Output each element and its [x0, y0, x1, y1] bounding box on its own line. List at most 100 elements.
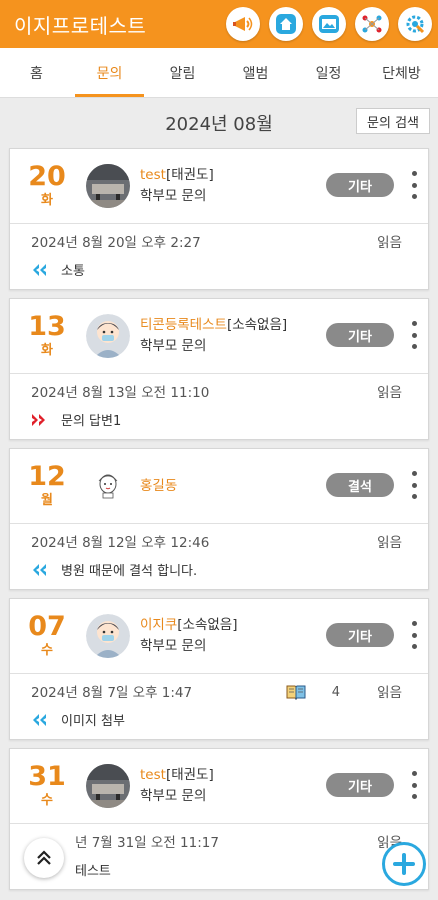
sender-org: [태권도] [165, 167, 214, 183]
inquiry-card[interactable]: 20 화 test[태권도] 학부모 문의 기타 2024년 8월 20일 오후… [9, 148, 429, 290]
plus-icon [393, 853, 415, 875]
month-label[interactable]: 2024년 08월 [165, 110, 273, 136]
inquiry-date: 20 화 [10, 163, 84, 209]
read-status: 읽음 [377, 235, 402, 251]
inquiry-subject-row: 테스트 [75, 860, 428, 879]
app-header: 이지프로테스트 [0, 0, 438, 48]
sender-line: 티콘등록테스트[소속없음] [140, 315, 287, 336]
avatar [86, 464, 130, 508]
avatar [86, 614, 130, 658]
inquiry-weekday: 수 [41, 643, 53, 658]
more-options-icon[interactable] [406, 621, 422, 649]
attachment-count: 4 [331, 685, 340, 700]
inquiry-subject-row: 이미지 첨부 [31, 710, 428, 729]
more-options-icon[interactable] [406, 171, 422, 199]
tab-home[interactable]: 홈 [0, 48, 73, 97]
sender-line: test[태권도] [140, 765, 214, 786]
add-inquiry-button[interactable] [382, 842, 426, 886]
inquiry-timestamp: 년 7월 31일 오전 11:17 [75, 835, 219, 851]
inquiry-subject: 이미지 첨부 [61, 714, 125, 729]
tab-inquiry[interactable]: 문의 [73, 48, 146, 97]
inquiry-day: 20 [28, 161, 66, 192]
inquiry-subject-row: 문의 답변1 [31, 410, 428, 429]
sender-line: 홍길동 [140, 476, 177, 497]
inquiry-type: 학부모 문의 [140, 788, 207, 804]
inquiry-card[interactable]: 12 월 홍길동 결석 2024년 8월 12일 오후 12:46 읽음 병원 … [9, 448, 429, 590]
scroll-top-button[interactable] [24, 838, 64, 878]
inquiry-subject-row: 병원 때문에 결석 합니다. [31, 560, 428, 579]
tab-notice[interactable]: 알림 [146, 48, 219, 97]
inquiry-list: 20 화 test[태권도] 학부모 문의 기타 2024년 8월 20일 오후… [0, 148, 438, 890]
inquiry-date: 12 월 [10, 463, 84, 509]
read-status: 읽음 [377, 535, 402, 551]
more-options-icon[interactable] [406, 471, 422, 499]
double-chevron-up-icon [37, 850, 51, 865]
category-badge: 기타 [326, 773, 394, 797]
settings-icon[interactable] [398, 7, 432, 41]
inquiry-day: 07 [28, 611, 66, 642]
inquiry-timestamp: 2024년 8월 20일 오후 2:27 [31, 235, 201, 251]
book-attachment-icon [286, 685, 306, 700]
inquiry-card-header: 12 월 홍길동 결석 [10, 449, 428, 523]
read-status: 읽음 [377, 685, 402, 701]
sender-name: test [140, 167, 166, 183]
category-badge: 기타 [326, 323, 394, 347]
sender-org: [태권도] [165, 767, 214, 783]
outgoing-arrow-icon [32, 413, 45, 426]
sender-name: 홍길동 [140, 477, 178, 494]
more-options-icon[interactable] [406, 771, 422, 799]
category-badge: 기타 [326, 173, 394, 197]
inquiry-card-body: 2024년 8월 13일 오전 11:10 읽음 문의 답변1 [10, 373, 428, 439]
inquiry-type: 학부모 문의 [140, 338, 207, 354]
inquiry-date: 07 수 [10, 613, 84, 659]
inquiry-type: 학부모 문의 [140, 638, 207, 654]
inquiry-date: 31 수 [10, 763, 84, 809]
sender-org: [소속없음] [177, 617, 238, 633]
inquiry-weekday: 화 [41, 343, 53, 358]
inquiry-info: 티콘등록테스트[소속없음] 학부모 문의 [140, 315, 287, 357]
inquiry-card-header: 07 수 이지쿠[소속없음] 학부모 문의 기타 [10, 599, 428, 673]
inquiry-subject: 소통 [61, 264, 85, 279]
inquiry-card[interactable]: 13 화 티콘등록테스트[소속없음] 학부모 문의 기타 2024년 8월 13… [9, 298, 429, 440]
share-icon[interactable] [355, 7, 389, 41]
inquiry-subject: 문의 답변1 [61, 414, 122, 429]
category-badge: 기타 [326, 623, 394, 647]
inquiry-info: test[태권도] 학부모 문의 [140, 165, 214, 207]
inquiry-card[interactable]: 07 수 이지쿠[소속없음] 학부모 문의 기타 2024년 8월 7일 오후 … [9, 598, 429, 740]
avatar [86, 764, 130, 808]
incoming-arrow-icon [33, 713, 46, 726]
inquiry-weekday: 월 [41, 493, 53, 508]
inquiry-card-header: 20 화 test[태권도] 학부모 문의 기타 [10, 149, 428, 223]
inquiry-card-header: 13 화 티콘등록테스트[소속없음] 학부모 문의 기타 [10, 299, 428, 373]
tab-bar: 홈 문의 알림 앨범 일정 단체방 [0, 48, 438, 98]
sender-org: [소속없음] [226, 317, 288, 333]
inquiry-day: 31 [28, 761, 66, 792]
sender-name: test [140, 767, 166, 783]
more-options-icon[interactable] [406, 321, 422, 349]
tab-group-chat[interactable]: 단체방 [365, 48, 438, 97]
inquiry-date: 13 화 [10, 313, 84, 359]
megaphone-icon[interactable] [226, 7, 260, 41]
inquiry-subject: 병원 때문에 결석 합니다. [61, 564, 198, 579]
month-bar: 2024년 08월 문의 검색 [0, 98, 438, 148]
avatar [86, 314, 130, 358]
sender-line: test[태권도] [140, 165, 214, 186]
inquiry-card-body: 2024년 8월 12일 오후 12:46 읽음 병원 때문에 결석 합니다. [10, 523, 428, 589]
inquiry-timestamp: 2024년 8월 7일 오후 1:47 [31, 685, 193, 701]
inquiry-search-button[interactable]: 문의 검색 [356, 108, 430, 134]
inquiry-subject: 테스트 [75, 864, 111, 879]
inquiry-card[interactable]: 31 수 test[태권도] 학부모 문의 기타 년 7월 31일 오전 11:… [9, 748, 429, 890]
inquiry-day: 12 [28, 461, 66, 492]
inquiry-card-header: 31 수 test[태권도] 학부모 문의 기타 [10, 749, 428, 823]
home-icon[interactable] [269, 7, 303, 41]
avatar [86, 164, 130, 208]
inquiry-info: 이지쿠[소속없음] 학부모 문의 [140, 615, 237, 657]
inquiry-subject-row: 소통 [31, 260, 428, 279]
app-title: 이지프로테스트 [14, 13, 147, 38]
sender-line: 이지쿠[소속없음] [140, 615, 237, 636]
tab-schedule[interactable]: 일정 [292, 48, 365, 97]
photo-icon[interactable] [312, 7, 346, 41]
inquiry-timestamp: 2024년 8월 13일 오전 11:10 [31, 385, 210, 401]
inquiry-day: 13 [28, 311, 66, 342]
tab-album[interactable]: 앨범 [219, 48, 292, 97]
